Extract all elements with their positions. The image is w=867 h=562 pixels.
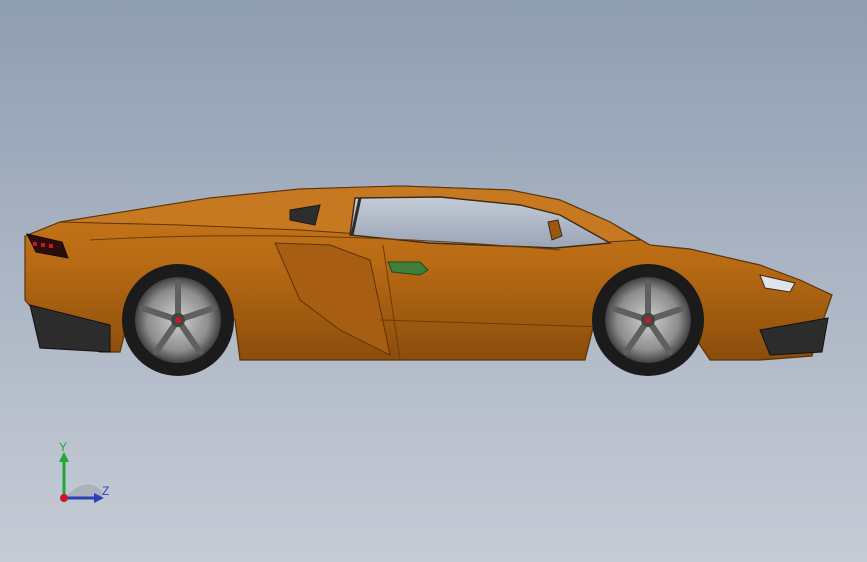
axis-triad: Y Z	[52, 440, 122, 510]
y-axis-label: Y	[59, 440, 68, 454]
x-axis-dot	[60, 494, 68, 502]
car-model[interactable]	[0, 0, 867, 562]
front-wheel	[592, 264, 704, 376]
z-axis-label: Z	[102, 484, 110, 498]
graphics-viewport[interactable]: Y Z	[0, 0, 867, 562]
rear-wheel	[122, 264, 234, 376]
